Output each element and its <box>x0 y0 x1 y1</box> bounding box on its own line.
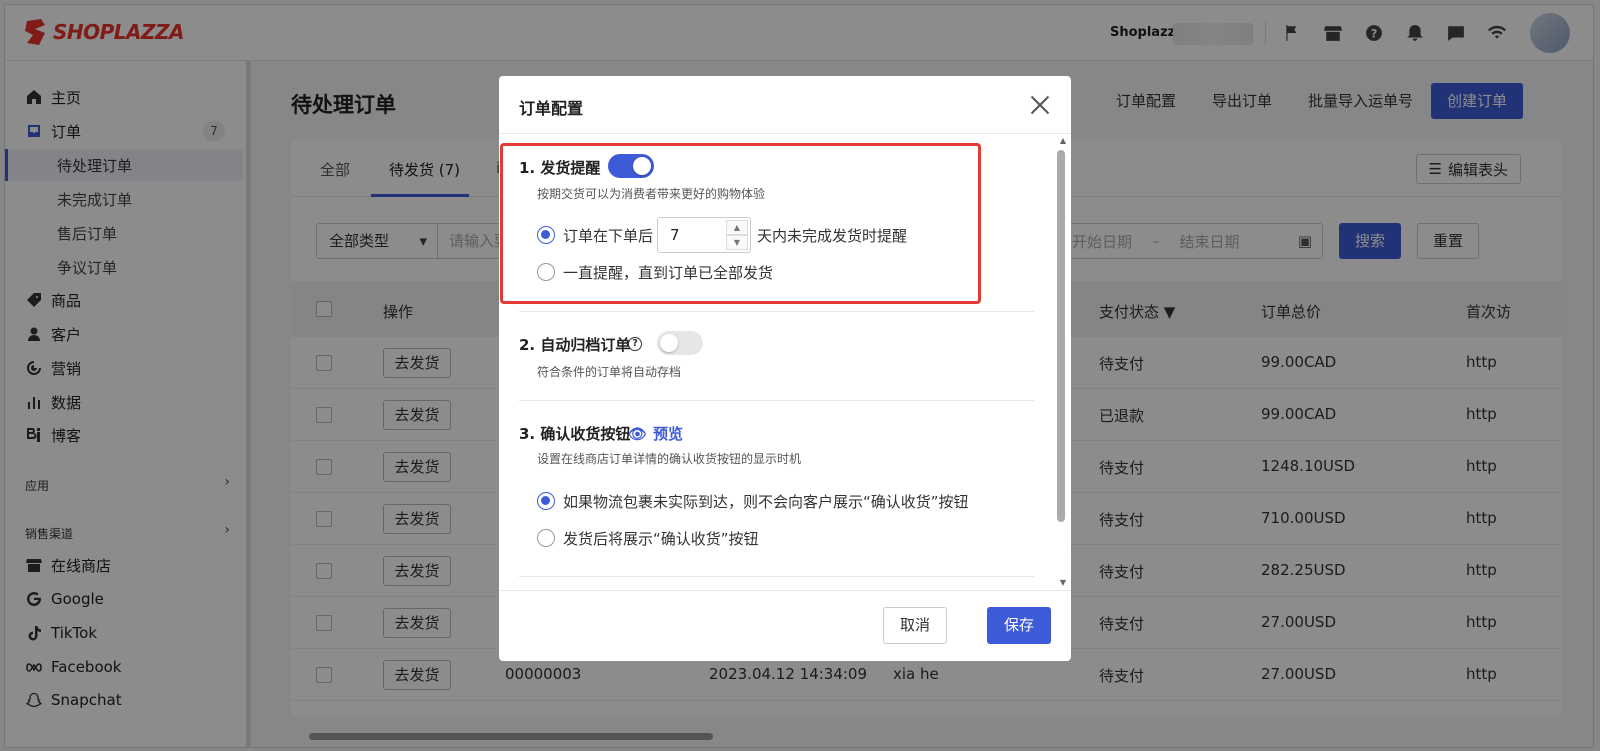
reminder-after-days-radio[interactable] <box>537 226 555 244</box>
decrement-icon[interactable]: ▼ <box>726 235 748 250</box>
reminder-days-value: 7 <box>670 226 680 244</box>
remind-always-label: 一直提醒，直到订单已全部发货 <box>563 264 774 282</box>
remind-always-radio[interactable] <box>537 263 555 281</box>
show-after-shipping-label: 发货后将展示“确认收货”按钮 <box>563 530 759 548</box>
cancel-button[interactable]: 取消 <box>883 607 947 644</box>
hide-until-delivered-radio[interactable] <box>537 492 555 510</box>
preview-link[interactable]: 👁 预览 <box>628 423 683 444</box>
reminder-after-days-prefix: 订单在下单后 <box>563 227 654 245</box>
close-icon[interactable] <box>1027 92 1053 118</box>
dialog-scrollbar-thumb[interactable] <box>1057 150 1065 522</box>
order-settings-dialog: 订单配置 1. 发货提醒 按期交货可以为消费者带来更好的购物体验 订单在下单后 … <box>499 76 1071 661</box>
reminder-after-days-suffix: 天内未完成发货时提醒 <box>757 227 908 245</box>
dialog-footer: 取消 保存 <box>499 590 1071 661</box>
dialog-body: 1. 发货提醒 按期交货可以为消费者带来更好的购物体验 订单在下单后 7 ▲ ▼… <box>499 134 1071 590</box>
increment-icon[interactable]: ▲ <box>726 220 748 235</box>
auto-archive-toggle[interactable] <box>657 331 703 355</box>
dialog-title: 订单配置 <box>519 99 584 118</box>
show-after-shipping-radio[interactable] <box>537 529 555 547</box>
question-icon[interactable]: ? <box>628 337 642 351</box>
dialog-header: 订单配置 <box>499 76 1071 134</box>
section-divider <box>519 576 1034 577</box>
preview-label: 预览 <box>653 425 684 443</box>
section-divider <box>519 311 1034 312</box>
shipping-reminder-toggle[interactable] <box>608 154 654 178</box>
auto-archive-title: 2. 自动归档订单 <box>519 336 631 354</box>
shipping-reminder-title: 1. 发货提醒 <box>519 159 601 177</box>
hide-until-delivered-label: 如果物流包裹未实际到达，则不会向客户展示“确认收货”按钮 <box>563 493 969 511</box>
confirm-receipt-desc: 设置在线商店订单详情的确认收货按钮的显示时机 <box>537 452 802 466</box>
save-button[interactable]: 保存 <box>987 607 1051 644</box>
scroll-down-icon[interactable]: ▼ <box>1060 578 1066 587</box>
confirm-receipt-title: 3. 确认收货按钮 <box>519 425 631 443</box>
reminder-days-stepper[interactable]: 7 ▲ ▼ <box>657 217 751 253</box>
auto-archive-desc: 符合条件的订单将自动存档 <box>537 365 682 379</box>
section-divider <box>519 400 1034 401</box>
eye-icon: 👁 <box>628 424 648 443</box>
shipping-reminder-desc: 按期交货可以为消费者带来更好的购物体验 <box>537 187 766 201</box>
scroll-up-icon[interactable]: ▲ <box>1060 136 1066 145</box>
